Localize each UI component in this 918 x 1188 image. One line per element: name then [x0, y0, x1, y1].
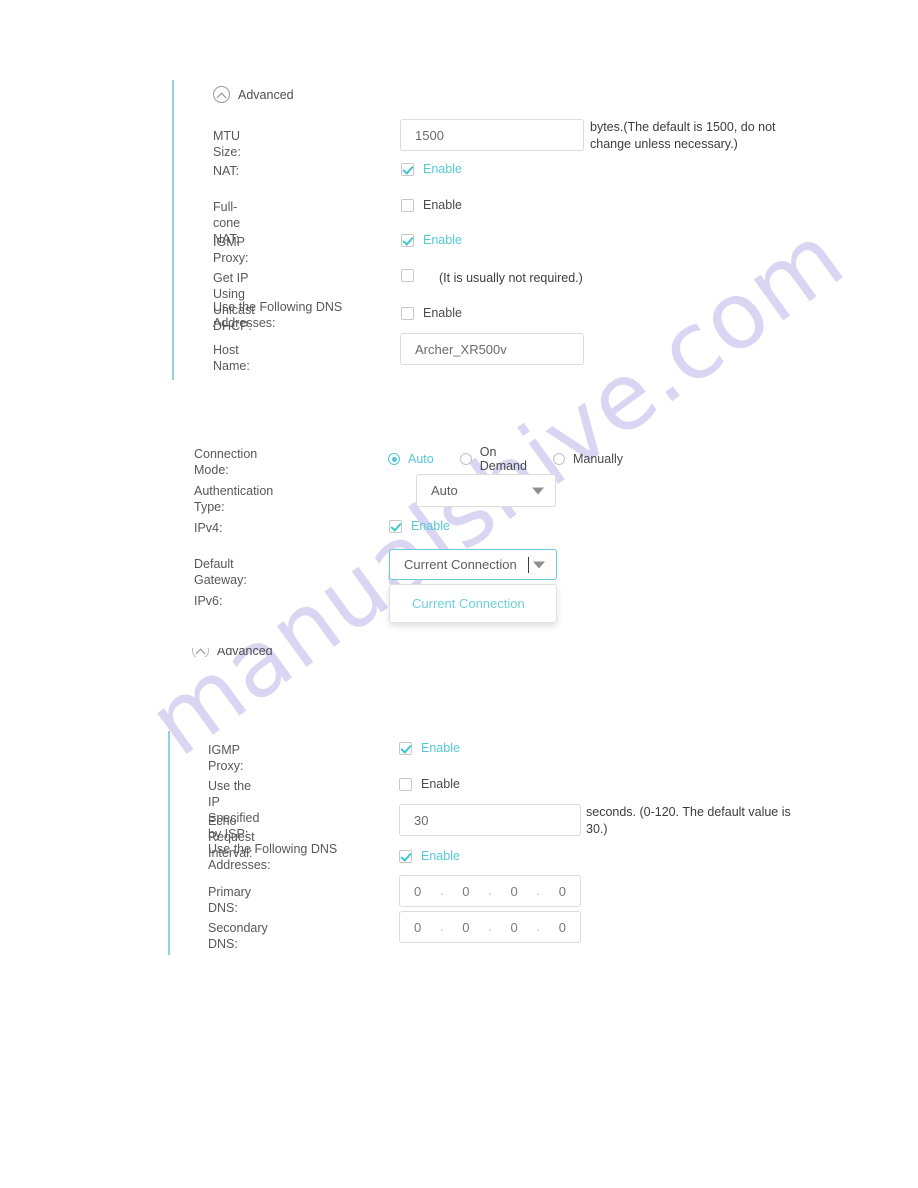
echo-request-interval-input[interactable]: 30	[399, 804, 581, 836]
ip-separator-dot: .	[440, 884, 444, 898]
nat-label: NAT:	[213, 164, 240, 178]
ipv6-label: IPv6:	[194, 594, 223, 608]
primary-dns-octet-3[interactable]: 0	[496, 884, 531, 899]
text-cursor	[528, 556, 529, 573]
full-cone-nat-checkbox-label: Enable	[423, 198, 462, 212]
igmp-proxy-checkbox-label: Enable	[423, 233, 462, 247]
chevron-down-icon	[532, 487, 544, 494]
radio-icon-selected	[388, 453, 400, 465]
default-gateway-select[interactable]: Current Connection	[389, 549, 557, 580]
ip-separator-dot: .	[488, 920, 492, 934]
default-gateway-dropdown-list[interactable]: Current Connection	[389, 584, 557, 623]
connection-mode-radio-group[interactable]: Auto On Demand Manually	[388, 445, 649, 473]
unicast-dhcp-hint: (It is usually not required.)	[439, 271, 583, 285]
igmp-proxy-checkbox-label-bottom: Enable	[421, 741, 460, 755]
igmp-proxy-label-bottom: IGMP Proxy:	[208, 743, 244, 773]
authentication-type-select[interactable]: Auto	[416, 474, 556, 507]
ipv4-label: IPv4:	[194, 521, 223, 535]
primary-dns-octet-2[interactable]: 0	[448, 884, 483, 899]
ip-separator-dot: .	[536, 884, 540, 898]
ipv4-checkbox-label: Enable	[411, 519, 450, 533]
chevron-down-circle-icon	[192, 648, 209, 657]
mtu-size-input[interactable]: 1500	[400, 119, 584, 151]
use-ip-specified-by-isp-checkbox[interactable]: Enable	[399, 777, 460, 791]
secondary-dns-octet-3[interactable]: 0	[496, 920, 531, 935]
ip-separator-dot: .	[440, 920, 444, 934]
secondary-dns-input[interactable]: 0 . 0 . 0 . 0	[399, 911, 581, 943]
nat-checkbox[interactable]: Enable	[401, 162, 462, 176]
host-name-label: Host Name:	[213, 343, 250, 373]
echo-request-interval-hint: seconds. (0-120. The default value is 30…	[586, 805, 791, 836]
radio-icon-unselected	[459, 453, 472, 465]
unicast-dhcp-checkbox[interactable]	[401, 269, 414, 282]
dropdown-option-label: Current Connection	[412, 596, 525, 611]
use-following-dns-checkbox-label-top: Enable	[423, 306, 462, 320]
secondary-dns-label: Secondary DNS:	[208, 921, 268, 951]
page-content: Advanced MTU Size: 1500 bytes.(The defau…	[0, 0, 918, 1188]
authentication-type-label: Authentication Type:	[194, 484, 274, 514]
igmp-proxy-checkbox[interactable]: Enable	[401, 233, 462, 247]
advanced-collapse-header[interactable]: Advanced	[213, 86, 294, 103]
secondary-dns-octet-2[interactable]: 0	[448, 920, 483, 935]
igmp-proxy-label: IGMP Proxy:	[213, 235, 249, 265]
primary-dns-label: Primary DNS:	[208, 885, 252, 915]
default-gateway-value: Current Connection	[404, 557, 517, 572]
echo-request-interval-value: 30	[414, 812, 429, 828]
secondary-dns-octet-4[interactable]: 0	[545, 920, 580, 935]
section-accent-bar-top	[172, 80, 174, 380]
radio-option-manually[interactable]: Manually	[552, 452, 623, 466]
ipv4-checkbox[interactable]: Enable	[389, 519, 450, 533]
default-gateway-label: Default Gateway:	[194, 557, 247, 587]
authentication-type-value: Auto	[431, 483, 458, 498]
full-cone-nat-checkbox[interactable]: Enable	[401, 198, 462, 212]
checkbox-icon-checked	[399, 849, 412, 863]
dropdown-option-current-connection[interactable]: Current Connection	[390, 585, 556, 622]
mtu-size-hint: bytes.(The default is 1500, do not chang…	[590, 120, 776, 151]
clipped-header-label: Advanced	[217, 648, 273, 657]
advanced-collapse-header-clipped[interactable]: Advanced	[192, 648, 392, 657]
use-following-dns-label-bottom: Use the Following DNS Addresses:	[208, 842, 338, 872]
nat-checkbox-label: Enable	[423, 162, 462, 176]
checkbox-icon-checked	[401, 233, 414, 247]
checkbox-icon-checked	[401, 162, 414, 176]
section-accent-bar-bottom	[168, 731, 170, 955]
use-following-dns-checkbox-bottom[interactable]: Enable	[399, 849, 460, 863]
radio-option-on-demand-label: On Demand	[479, 445, 527, 473]
secondary-dns-octet-1[interactable]: 0	[400, 920, 435, 935]
use-following-dns-checkbox-label-bottom: Enable	[421, 849, 460, 863]
radio-option-auto[interactable]: Auto	[388, 452, 434, 466]
checkbox-icon-unchecked	[401, 269, 414, 282]
checkbox-icon-unchecked	[401, 306, 414, 320]
host-name-value: Archer_XR500v	[415, 341, 507, 357]
checkbox-icon-checked	[389, 519, 402, 533]
connection-mode-label: Connection Mode:	[194, 447, 258, 477]
ip-separator-dot: .	[536, 920, 540, 934]
checkbox-icon-unchecked	[401, 198, 414, 212]
use-following-dns-label-top: Use the Following DNS Addresses:	[213, 300, 343, 330]
radio-option-auto-label: Auto	[408, 452, 434, 466]
primary-dns-octet-1[interactable]: 0	[400, 884, 435, 899]
use-ip-specified-by-isp-checkbox-label: Enable	[421, 777, 460, 791]
advanced-header-label: Advanced	[238, 87, 294, 102]
igmp-proxy-checkbox-bottom[interactable]: Enable	[399, 741, 460, 755]
mtu-size-label: MTU Size:	[213, 129, 241, 159]
primary-dns-octet-4[interactable]: 0	[545, 884, 580, 899]
primary-dns-input[interactable]: 0 . 0 . 0 . 0	[399, 875, 581, 907]
checkbox-icon-checked	[399, 741, 412, 755]
checkbox-icon-unchecked	[399, 777, 412, 791]
radio-option-manually-label: Manually	[572, 452, 623, 466]
radio-icon-unselected	[552, 453, 565, 465]
ip-separator-dot: .	[488, 884, 492, 898]
chevron-up-circle-icon	[213, 86, 230, 103]
radio-option-on-demand[interactable]: On Demand	[459, 445, 527, 473]
mtu-size-value: 1500	[415, 127, 444, 143]
use-following-dns-checkbox-top[interactable]: Enable	[401, 306, 462, 320]
clipped-header-inner: Advanced	[192, 648, 273, 657]
chevron-down-icon	[533, 561, 545, 568]
host-name-input[interactable]: Archer_XR500v	[400, 333, 584, 365]
